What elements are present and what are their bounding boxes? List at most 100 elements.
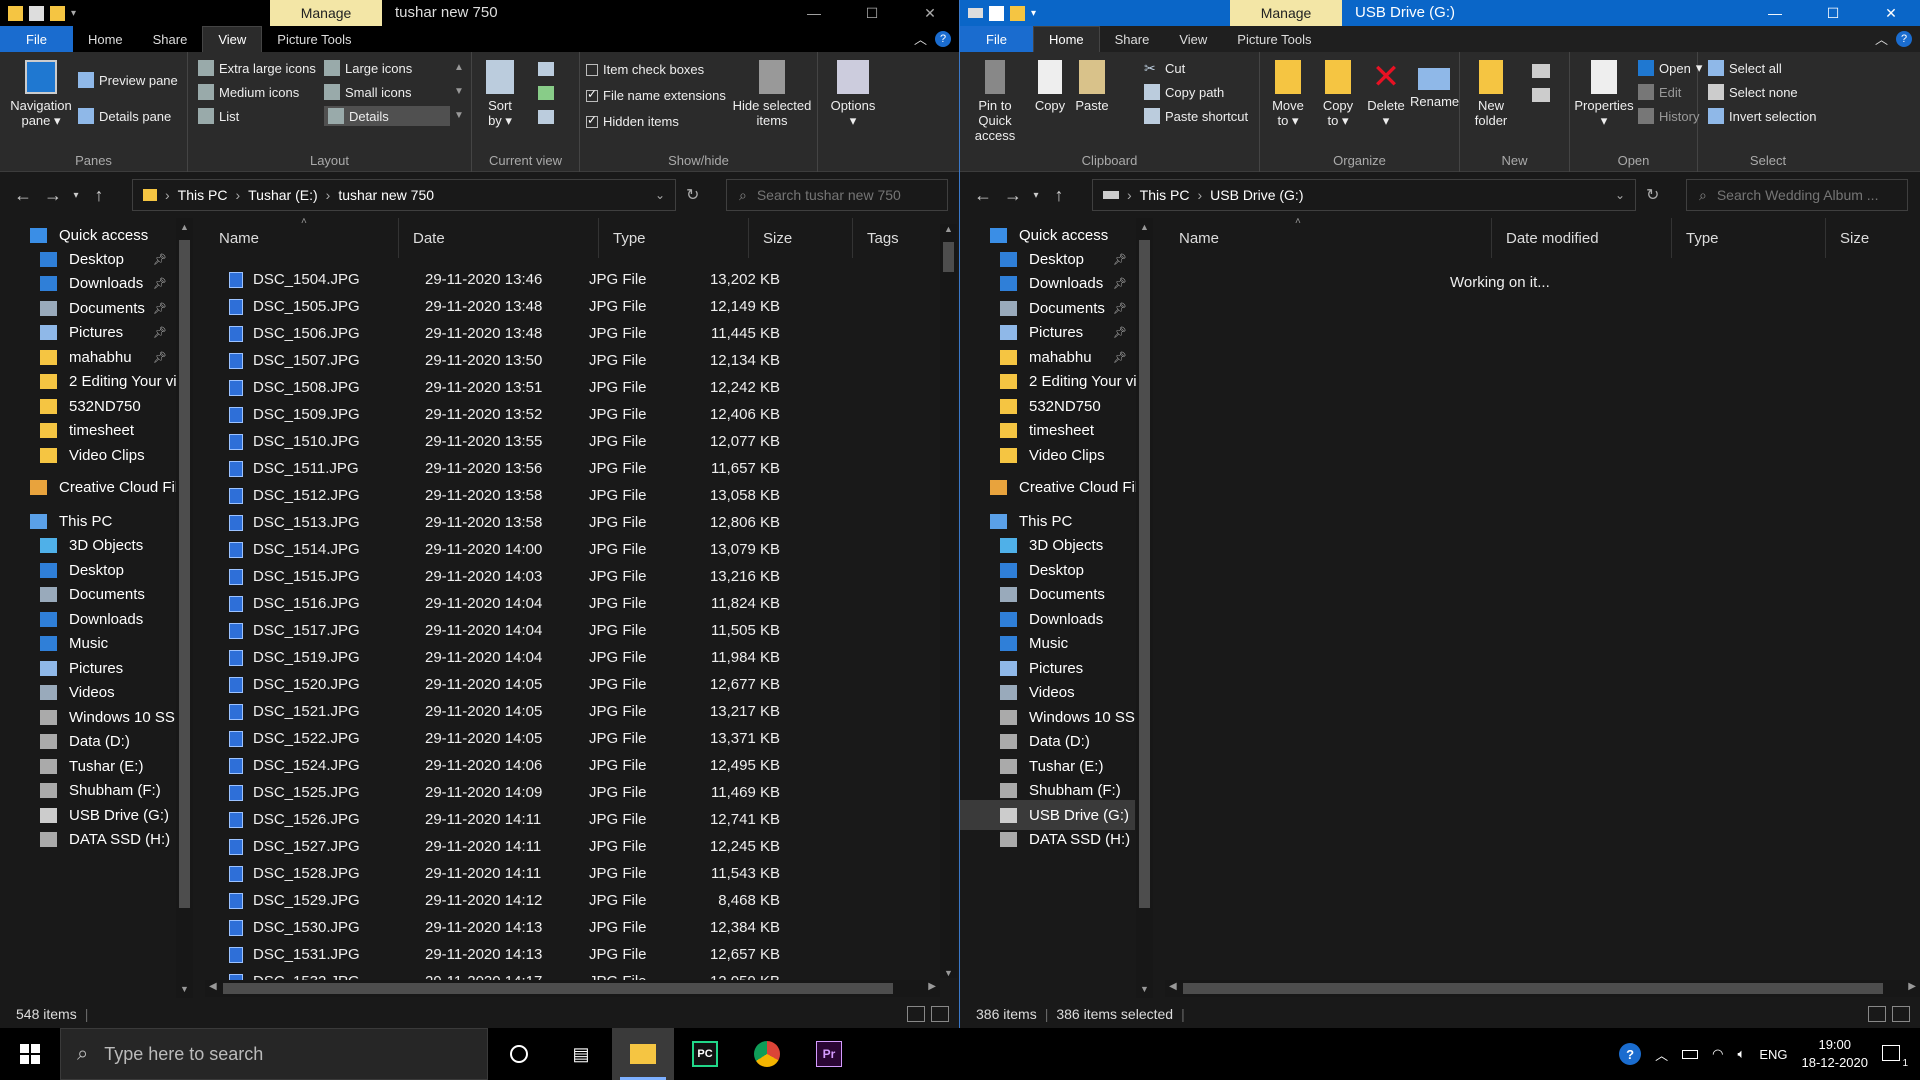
cortana-button[interactable]: [488, 1028, 550, 1080]
tab-view[interactable]: View: [1164, 26, 1222, 52]
table-row[interactable]: DSC_1508.JPG 29-11-2020 13:51 JPG File 12,2…: [205, 374, 959, 401]
checkmark-doc-icon[interactable]: [989, 5, 1004, 21]
nav-pane-scrollbar[interactable]: ▲ ▼: [1136, 218, 1153, 998]
expand-gallery-icon[interactable]: ▼: [454, 110, 464, 121]
volume-icon[interactable]: 🔈︎: [1738, 1046, 1746, 1062]
close-button[interactable]: ✕: [901, 0, 959, 26]
column-date-modified[interactable]: Date modified: [1492, 218, 1672, 258]
manage-context-tab[interactable]: Manage: [270, 0, 382, 26]
forward-arrow-icon[interactable]: →: [38, 185, 68, 206]
table-row[interactable]: DSC_1520.JPG 29-11-2020 14:05 JPG File 12,6…: [205, 671, 959, 698]
scroll-up-icon[interactable]: ▲: [940, 224, 957, 234]
large-icons-view-icon[interactable]: [1892, 1006, 1910, 1022]
table-row[interactable]: DSC_1525.JPG 29-11-2020 14:09 JPG File 11,4…: [205, 779, 959, 806]
start-button[interactable]: [0, 1028, 60, 1080]
table-row[interactable]: DSC_1514.JPG 29-11-2020 14:00 JPG File 13,0…: [205, 536, 959, 563]
maximize-button[interactable]: ☐: [843, 0, 901, 26]
nav-item[interactable]: DATA SSD (H:): [0, 824, 175, 854]
navigation-pane-button[interactable]: Navigation pane ▾: [6, 60, 76, 128]
new-folder-button[interactable]: New folder: [1466, 60, 1516, 128]
collapse-ribbon-icon[interactable]: ︿: [1875, 29, 1888, 48]
column-name[interactable]: Name ˄: [1165, 216, 1492, 258]
tab-view[interactable]: View: [202, 26, 263, 52]
table-row[interactable]: DSC_1526.JPG 29-11-2020 14:11 JPG File 12,7…: [205, 806, 959, 833]
item-check-boxes-toggle[interactable]: Item check boxes: [586, 62, 704, 77]
preview-pane-button[interactable]: Preview pane: [78, 72, 178, 88]
table-row[interactable]: DSC_1504.JPG 29-11-2020 13:46 JPG File 13,2…: [205, 266, 959, 293]
hide-selected-items-button[interactable]: Hide selected items: [730, 60, 814, 128]
tab-share[interactable]: Share: [1100, 26, 1165, 52]
table-row[interactable]: DSC_1507.JPG 29-11-2020 13:50 JPG File 12,1…: [205, 347, 959, 374]
scroll-left-icon[interactable]: ◀: [1169, 981, 1177, 992]
scrollbar-thumb[interactable]: [223, 983, 893, 994]
tab-home[interactable]: Home: [73, 26, 138, 52]
column-date[interactable]: Date: [399, 218, 599, 258]
scroll-down-icon[interactable]: ▼: [940, 968, 957, 978]
scroll-up-icon[interactable]: ▲: [454, 62, 464, 73]
table-row[interactable]: DSC_1506.JPG 29-11-2020 13:48 JPG File 11,4…: [205, 320, 959, 347]
battery-icon[interactable]: [1682, 1049, 1699, 1059]
search-box[interactable]: ⌕: [1686, 179, 1908, 211]
tab-file[interactable]: File: [960, 26, 1033, 52]
column-size[interactable]: Size: [749, 218, 853, 258]
small-icons-option[interactable]: Small icons: [324, 84, 411, 100]
checkbox[interactable]: [586, 63, 598, 76]
edit-button[interactable]: Edit: [1638, 84, 1681, 100]
options-button[interactable]: Options ▾: [828, 60, 878, 128]
table-row[interactable]: DSC_1519.JPG 29-11-2020 14:04 JPG File 11,9…: [205, 644, 959, 671]
search-box[interactable]: ⌕: [726, 179, 948, 211]
refresh-icon[interactable]: ↻: [1646, 185, 1659, 205]
manage-context-tab[interactable]: Manage: [1230, 0, 1342, 26]
checkbox-checked[interactable]: [586, 113, 598, 128]
horizontal-scrollbar[interactable]: ◀ ▶: [1165, 980, 1920, 997]
details-view-icon[interactable]: [907, 1006, 925, 1022]
paste-shortcut-button[interactable]: Paste shortcut: [1144, 108, 1248, 124]
table-row[interactable]: DSC_1511.JPG 29-11-2020 13:56 JPG File 11,6…: [205, 455, 959, 482]
maximize-button[interactable]: ☐: [1804, 0, 1862, 26]
table-row[interactable]: DSC_1521.JPG 29-11-2020 14:05 JPG File 13,2…: [205, 698, 959, 725]
properties-button[interactable]: Properties ▾: [1574, 60, 1634, 128]
scroll-right-icon[interactable]: ▶: [1908, 981, 1916, 992]
paste-button[interactable]: Paste: [1072, 60, 1112, 113]
file-explorer-taskbar-button[interactable]: [612, 1028, 674, 1080]
copy-to-button[interactable]: Copy to ▾: [1316, 60, 1360, 128]
table-row[interactable]: DSC_1517.JPG 29-11-2020 14:04 JPG File 11,5…: [205, 617, 959, 644]
table-row[interactable]: DSC_1505.JPG 29-11-2020 13:48 JPG File 12,1…: [205, 293, 959, 320]
new-item-icon[interactable]: [1532, 64, 1550, 78]
back-arrow-icon[interactable]: ←: [8, 185, 38, 206]
table-row[interactable]: DSC_1530.JPG 29-11-2020 14:13 JPG File 12,3…: [205, 914, 959, 941]
table-row[interactable]: DSC_1513.JPG 29-11-2020 13:58 JPG File 12,8…: [205, 509, 959, 536]
recent-locations-icon[interactable]: ▾: [1028, 190, 1044, 201]
horizontal-scrollbar[interactable]: ◀ ▶: [205, 980, 940, 997]
medium-icons-option[interactable]: Medium icons: [198, 84, 299, 100]
checkbox-checked[interactable]: [586, 87, 598, 102]
nav-item[interactable]: DATA SSD (H:): [960, 824, 1135, 854]
taskbar-search[interactable]: ⌕ Type here to search: [60, 1028, 488, 1080]
select-all-button[interactable]: Select all: [1708, 60, 1782, 76]
nav-item[interactable]: Creative Cloud File: [960, 472, 1147, 502]
pycharm-taskbar-button[interactable]: PC: [674, 1028, 736, 1080]
search-input[interactable]: [1716, 187, 1897, 203]
large-icons-option[interactable]: Large icons: [324, 60, 412, 76]
scroll-left-icon[interactable]: ◀: [209, 981, 217, 992]
chevron-down-icon[interactable]: ⌄: [655, 188, 665, 202]
details-pane-button[interactable]: Details pane: [78, 108, 171, 124]
cut-button[interactable]: ✂ Cut: [1144, 60, 1185, 76]
customize-qat-icon[interactable]: ▾: [71, 8, 76, 19]
group-by-icon[interactable]: [538, 62, 554, 76]
breadcrumb-current-folder[interactable]: USB Drive (G:): [1210, 187, 1303, 203]
invert-selection-button[interactable]: Invert selection: [1708, 108, 1816, 124]
minimize-button[interactable]: —: [1746, 0, 1804, 26]
scroll-down-icon[interactable]: ▼: [1136, 984, 1153, 994]
show-hidden-icons-icon[interactable]: ︿: [1655, 1045, 1668, 1064]
tab-file[interactable]: File: [0, 26, 73, 52]
scroll-up-icon[interactable]: ▲: [1136, 222, 1153, 232]
search-input[interactable]: [756, 187, 937, 203]
help-icon[interactable]: ?: [1619, 1043, 1642, 1065]
premiere-taskbar-button[interactable]: Pr: [798, 1028, 860, 1080]
scrollbar-thumb[interactable]: [1139, 240, 1150, 908]
history-button[interactable]: History: [1638, 108, 1699, 124]
copy-path-button[interactable]: Copy path: [1144, 84, 1224, 100]
checkmark-doc-icon[interactable]: [29, 5, 44, 21]
column-tags[interactable]: Tags: [853, 218, 933, 258]
